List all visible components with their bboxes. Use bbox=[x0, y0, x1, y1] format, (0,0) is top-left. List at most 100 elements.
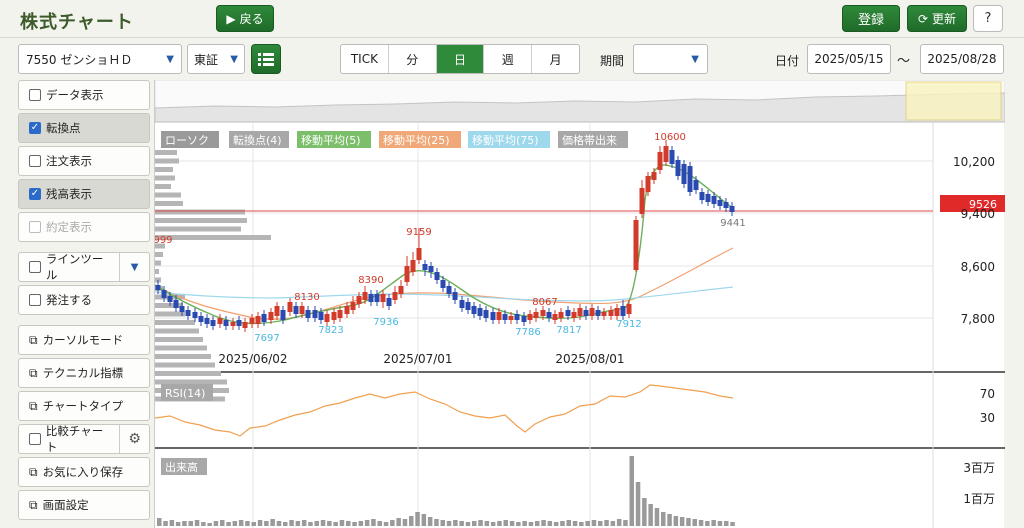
volume-bar bbox=[616, 519, 622, 526]
date-axis-label: 2025/06/02 bbox=[218, 352, 287, 366]
candle-body bbox=[601, 312, 607, 316]
sidebar-item-chart-type[interactable]: ⧉ チャートタイプ bbox=[18, 391, 150, 421]
candle-body bbox=[398, 286, 404, 294]
volume-bar bbox=[705, 521, 710, 526]
volume-bar bbox=[717, 521, 723, 526]
turning-point-high: 8130 bbox=[294, 292, 319, 303]
volume-bar bbox=[598, 521, 603, 526]
tab-week[interactable]: 週 bbox=[484, 45, 533, 73]
help-button[interactable]: ? bbox=[973, 5, 1003, 32]
volume-bar bbox=[308, 522, 313, 526]
candle-body bbox=[657, 152, 663, 170]
stock-chart[interactable]: 9526 10,200 9,400 8,600 7,800 2025/06/02… bbox=[153, 79, 1006, 528]
volume-bar bbox=[490, 522, 496, 526]
candle-body bbox=[249, 318, 255, 324]
candle-body bbox=[293, 306, 299, 314]
volume-profile-bar bbox=[155, 311, 185, 317]
volume-bar bbox=[724, 521, 729, 526]
candle-body bbox=[571, 312, 577, 318]
volume-bar bbox=[270, 519, 275, 526]
volume-profile-bar bbox=[155, 184, 171, 189]
candle-body bbox=[236, 320, 242, 326]
candle-body bbox=[268, 312, 274, 320]
date-from-input[interactable]: 2025/05/15 bbox=[807, 44, 891, 74]
volume-bar bbox=[207, 523, 212, 526]
volume-bar bbox=[194, 520, 200, 526]
tab-day[interactable]: 日 bbox=[436, 45, 485, 73]
sidebar-item-turning-point[interactable]: ✓ 転換点 bbox=[18, 113, 150, 143]
back-button[interactable]: ▶ 戻る bbox=[216, 5, 274, 32]
volume-bar bbox=[383, 522, 389, 526]
price-axis-label: 7,800 bbox=[961, 312, 995, 326]
volume-bar bbox=[346, 521, 351, 526]
candle-body bbox=[217, 318, 223, 324]
login-button[interactable]: 登録 bbox=[842, 5, 900, 32]
volume-bar bbox=[673, 516, 679, 526]
chevron-down-icon: ▼ bbox=[230, 53, 238, 65]
volume-bar bbox=[654, 508, 660, 526]
volume-level-3m: 3百万 bbox=[963, 461, 995, 475]
candle-body bbox=[558, 312, 564, 318]
gear-icon[interactable]: ⚙ bbox=[119, 425, 149, 453]
volume-bar bbox=[541, 520, 546, 526]
candle-body bbox=[626, 304, 632, 314]
chevron-down-icon[interactable]: ▼ bbox=[119, 253, 149, 281]
sidebar-item-compare-chart[interactable]: 比較チャート ⚙ bbox=[18, 424, 150, 454]
volume-bar bbox=[163, 521, 168, 526]
refresh-icon: ⟳ bbox=[917, 11, 929, 26]
stock-select-value: 7550 ゼンショＨＤ bbox=[26, 52, 133, 67]
tab-minute[interactable]: 分 bbox=[389, 45, 437, 73]
sidebar-item-label: ラインツール bbox=[45, 252, 104, 282]
volume-bar bbox=[692, 519, 697, 526]
turning-point-high: 8067 bbox=[532, 297, 557, 308]
chevron-down-icon: ▼ bbox=[691, 53, 699, 65]
date-axis-label: 2025/08/01 bbox=[555, 352, 624, 366]
sidebar-item-line-tool[interactable]: ラインツール ▼ bbox=[18, 252, 150, 282]
candle-body bbox=[477, 308, 483, 316]
volume-bar bbox=[245, 521, 250, 526]
sidebar-item-data-display[interactable]: データ表示 bbox=[18, 80, 150, 110]
sidebar-item-balance-display[interactable]: ✓ 残高表示 bbox=[18, 179, 150, 209]
date-to-input[interactable]: 2025/08/28 bbox=[920, 44, 1004, 74]
sidebar-item-save-favorite[interactable]: ⧉ お気に入り保存 bbox=[18, 457, 150, 487]
volume-bar bbox=[711, 520, 716, 526]
volume-bar bbox=[635, 482, 641, 526]
sidebar-item-order-display[interactable]: 注文表示 bbox=[18, 146, 150, 176]
tab-tick[interactable]: TICK bbox=[341, 45, 389, 73]
candle-body bbox=[155, 285, 161, 290]
sidebar-item-label: 画面設定 bbox=[42, 498, 89, 512]
tab-month[interactable]: 月 bbox=[532, 45, 579, 73]
sidebar-item-technical-indicators[interactable]: ⧉ テクニカル指標 bbox=[18, 358, 150, 388]
candle-body bbox=[459, 300, 465, 308]
sidebar-item-screen-settings[interactable]: ⧉ 画面設定 bbox=[18, 490, 150, 520]
volume-bar bbox=[238, 520, 244, 526]
turning-point-low: 7823 bbox=[318, 325, 343, 336]
candle-body bbox=[540, 310, 546, 316]
volume-bar bbox=[516, 522, 521, 526]
timeframe-tabs: TICK 分 日 週 月 bbox=[340, 44, 580, 74]
legend-item-label: 価格帯出来 bbox=[562, 133, 617, 147]
navigator-range-window[interactable] bbox=[905, 81, 1002, 121]
checkbox-icon bbox=[29, 261, 41, 273]
rsi-level-30: 30 bbox=[980, 411, 995, 425]
sidebar-item-label: チャートタイプ bbox=[42, 399, 123, 413]
stock-select[interactable]: 7550 ゼンショＨＤ ▼ bbox=[18, 44, 182, 74]
candle-body bbox=[350, 302, 356, 310]
candle-body bbox=[299, 306, 305, 314]
volume-profile-bar bbox=[155, 158, 179, 164]
sidebar-item-label: 発注する bbox=[46, 293, 92, 307]
sidebar-item-cursor-mode[interactable]: ⧉ カーソルモード bbox=[18, 325, 150, 355]
refresh-button[interactable]: ⟳ 更新 bbox=[907, 5, 967, 32]
price-axis-label: 9,400 bbox=[961, 207, 995, 221]
volume-bar bbox=[232, 521, 238, 526]
period-select[interactable]: ▼ bbox=[633, 44, 708, 74]
volume-profile-bar bbox=[155, 226, 241, 232]
turning-point-low: 7786 bbox=[515, 327, 540, 338]
sidebar-item-label: データ表示 bbox=[46, 88, 104, 102]
market-select[interactable]: 東証 ▼ bbox=[187, 44, 245, 74]
candle-body bbox=[583, 310, 589, 316]
sidebar-item-place-order[interactable]: 発注する bbox=[18, 285, 150, 315]
candle-body bbox=[374, 294, 380, 302]
volume-level-1m: 1百万 bbox=[963, 492, 995, 506]
list-button[interactable] bbox=[251, 44, 281, 74]
